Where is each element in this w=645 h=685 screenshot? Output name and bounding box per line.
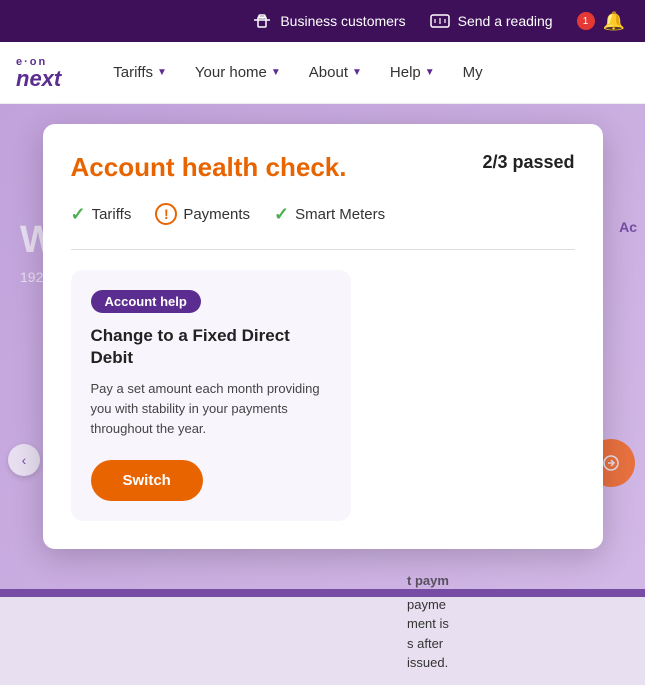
notifications-link[interactable]: 1 🔔 xyxy=(577,11,625,32)
briefcase-icon xyxy=(252,13,272,29)
logo-next: next xyxy=(16,68,61,90)
send-reading-label: Send a reading xyxy=(458,13,553,29)
nav-help[interactable]: Help ▼ xyxy=(378,56,447,89)
notification-badge: 1 xyxy=(577,12,595,30)
right-panel-text3: s after xyxy=(407,634,633,654)
modal-title: Account health check. xyxy=(71,152,347,183)
right-panel-text1: payme xyxy=(407,595,633,615)
nav-tariffs[interactable]: Tariffs ▼ xyxy=(101,56,179,89)
meter-icon xyxy=(430,13,450,29)
nav-your-home[interactable]: Your home ▼ xyxy=(183,56,293,89)
check-payments: ! Payments xyxy=(155,203,250,225)
card-badge: Account help xyxy=(91,290,201,313)
your-home-chevron-icon: ▼ xyxy=(271,67,281,78)
checks-row: ✓ Tariffs ! Payments ✓ Smart Meters xyxy=(71,203,575,225)
modal-score: 2/3 passed xyxy=(482,152,574,173)
check-smart-meters: ✓ Smart Meters xyxy=(274,204,385,225)
tariffs-check-icon: ✓ xyxy=(71,204,86,225)
tariffs-check-label: Tariffs xyxy=(92,206,132,223)
modal-header: Account health check. 2/3 passed xyxy=(71,152,575,183)
notification-icon: 🔔 xyxy=(603,11,625,32)
right-panel-text2: ment is xyxy=(407,614,633,634)
check-tariffs: ✓ Tariffs xyxy=(71,204,132,225)
switch-button[interactable]: Switch xyxy=(91,460,203,501)
card-title: Change to a Fixed Direct Debit xyxy=(91,325,331,369)
send-reading-link[interactable]: Send a reading xyxy=(430,13,553,29)
smart-meters-check-label: Smart Meters xyxy=(295,206,385,223)
checks-divider xyxy=(71,249,575,250)
top-bar: Business customers Send a reading 1 🔔 xyxy=(0,0,645,42)
payments-warn-icon: ! xyxy=(155,203,177,225)
card-description: Pay a set amount each month providing yo… xyxy=(91,379,331,439)
nav-items: Tariffs ▼ Your home ▼ About ▼ Help ▼ My xyxy=(101,56,629,89)
payments-check-label: Payments xyxy=(183,206,250,223)
logo[interactable]: e·on next xyxy=(16,56,61,90)
about-chevron-icon: ▼ xyxy=(352,67,362,78)
modal-overlay: Account health check. 2/3 passed ✓ Tarif… xyxy=(0,104,645,597)
main-nav: e·on next Tariffs ▼ Your home ▼ About ▼ … xyxy=(0,42,645,104)
business-customers-link[interactable]: Business customers xyxy=(252,13,405,29)
business-customers-label: Business customers xyxy=(280,13,405,29)
smart-meters-check-icon: ✓ xyxy=(274,204,289,225)
tariffs-chevron-icon: ▼ xyxy=(157,67,167,78)
account-help-card: Account help Change to a Fixed Direct De… xyxy=(71,270,351,521)
right-panel-text4: issued. xyxy=(407,653,633,673)
help-chevron-icon: ▼ xyxy=(425,67,435,78)
health-check-modal: Account health check. 2/3 passed ✓ Tarif… xyxy=(43,124,603,549)
nav-about[interactable]: About ▼ xyxy=(297,56,374,89)
nav-my[interactable]: My xyxy=(451,56,495,89)
